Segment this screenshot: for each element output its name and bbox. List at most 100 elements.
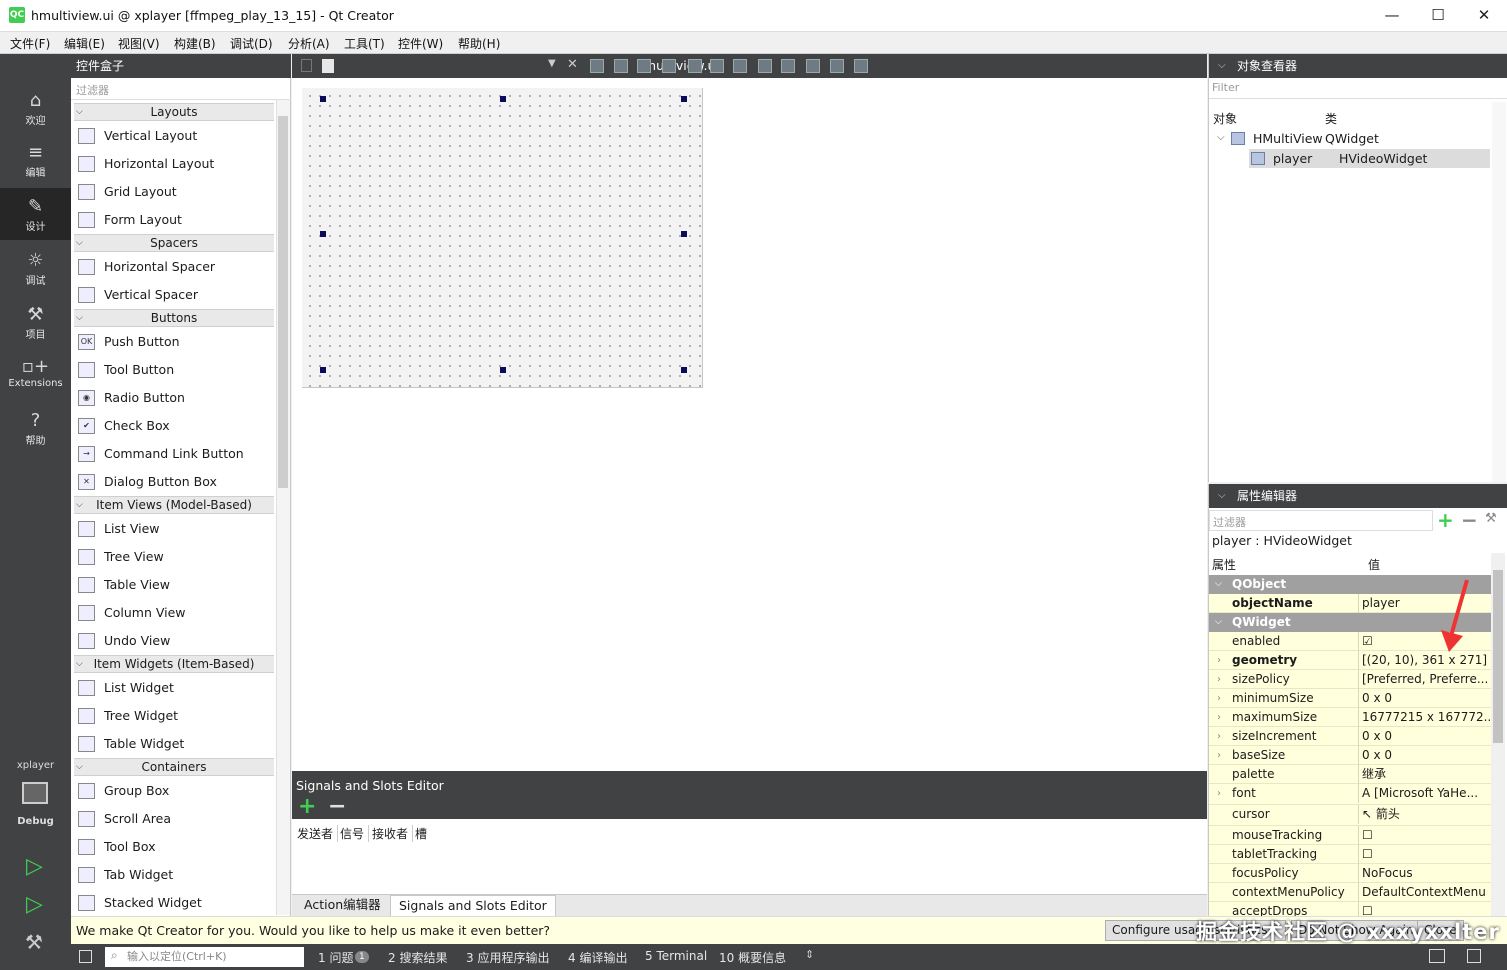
mode-wrench[interactable]: ⚒ 项目 [0,296,71,348]
widget-tree-view[interactable]: Tree View [74,543,274,571]
category-layouts[interactable]: ⌵ Layouts [74,103,274,121]
mode-edit-lines[interactable]: ≡ 编辑 [0,134,71,186]
property-row-font[interactable]: › font A [Microsoft YaHe... [1209,784,1492,805]
layout-action-3-icon[interactable] [662,59,676,73]
widget-list-view[interactable]: List View [74,515,274,543]
menu-1[interactable]: 编辑(E) [64,35,105,52]
layout-action-5-icon[interactable] [710,59,724,73]
debug-run-icon[interactable]: ▷ [26,892,43,917]
property-scroll-thumb[interactable] [1493,570,1503,743]
property-value[interactable]: ☐ [1362,845,1492,864]
property-row-baseSize[interactable]: › baseSize 0 x 0 [1209,746,1492,765]
property-filter-input[interactable]: 过滤器 [1209,510,1433,531]
tab-signals-slots-editor[interactable]: Signals and Slots Editor [390,895,556,917]
menu-4[interactable]: 调试(D) [230,35,273,52]
widget-tool-box[interactable]: Tool Box [74,833,274,861]
expand-chevron-icon[interactable]: › [1217,651,1221,670]
column-signal[interactable]: 信号 [337,825,370,842]
panel-resize-arrows-icon[interactable]: ⇕ [805,948,814,961]
property-row-contextMenuPolicy[interactable]: contextMenuPolicy DefaultContextMenu [1209,883,1492,902]
layout-action-6-icon[interactable] [733,59,747,73]
selection-handle[interactable] [500,367,506,373]
output-tab-0[interactable]: 1 问题 [318,949,353,966]
collapse-chevron-icon[interactable]: ⌵ [1215,613,1222,632]
tree-object-hmultiview[interactable]: HMultiView [1253,131,1323,146]
menu-2[interactable]: 视图(V) [118,35,160,52]
widget-form-layout[interactable]: Form Layout [74,206,274,234]
selection-handle[interactable] [320,96,326,102]
property-value[interactable]: 0 x 0 [1362,689,1492,708]
property-row-minimumSize[interactable]: › minimumSize 0 x 0 [1209,689,1492,708]
layout-action-7-icon[interactable] [758,59,772,73]
form-widget-hmultiview[interactable] [302,88,703,388]
property-value[interactable]: ☐ [1362,826,1492,845]
tree-object-player[interactable]: player [1273,151,1312,166]
column-property[interactable]: 属性 [1212,556,1236,573]
column-class[interactable]: 类 [1325,110,1337,127]
collapse-chevron-icon[interactable]: ⌵ [76,235,83,251]
property-value[interactable]: 0 x 0 [1362,746,1492,765]
expand-chevron-icon[interactable]: › [1217,727,1221,746]
widget-dialog-button-box[interactable]: ✕ Dialog Button Box [74,468,274,496]
property-value[interactable]: ☐ [1362,902,1492,916]
column-sender[interactable]: 发送者 [294,825,339,842]
kit-monitor-icon[interactable] [22,782,48,804]
property-value[interactable]: DefaultContextMenu [1362,883,1492,902]
configure-wrench-icon[interactable]: ⚒ [1485,511,1497,526]
layout-action-1-icon[interactable] [614,59,628,73]
tree-expand-chevron-icon[interactable]: ⌵ [1217,132,1225,143]
layout-action-11-icon[interactable] [854,59,868,73]
output-tab-5[interactable]: 10 概要信息 [719,949,786,966]
category-item-views-model-based-[interactable]: ⌵ Item Views (Model-Based) [74,496,274,514]
mode-bug[interactable]: ☼ 调试 [0,242,71,294]
property-row-maximumSize[interactable]: › maximumSize 16777215 x 167772... [1209,708,1492,727]
selection-handle[interactable] [500,96,506,102]
file-dropdown-chevron-icon[interactable]: ▼ [548,58,556,69]
expand-chevron-icon[interactable]: › [1217,670,1221,689]
remove-dynamic-property-icon[interactable]: − [1461,508,1478,532]
add-connection-button[interactable]: + [298,796,316,818]
category-containers[interactable]: ⌵ Containers [74,758,274,776]
collapse-chevron-icon[interactable]: ⌵ [1218,54,1226,78]
widget-box-scroll-thumb[interactable] [278,116,288,488]
widget-command-link-button[interactable]: → Command Link Button [74,440,274,468]
run-icon[interactable]: ▷ [26,854,43,879]
right-sidebar-toggle-icon[interactable] [1467,949,1481,963]
expand-chevron-icon[interactable]: › [1217,708,1221,727]
output-pane-toggle-icon[interactable] [1429,949,1445,963]
widget-horizontal-layout[interactable]: Horizontal Layout [74,150,274,178]
column-slot[interactable]: 槽 [412,825,431,842]
remove-connection-button[interactable]: − [328,796,346,818]
widget-scroll-area[interactable]: Scroll Area [74,805,274,833]
widget-horizontal-spacer[interactable]: Horizontal Spacer [74,253,274,281]
collapse-chevron-icon[interactable]: ⌵ [76,759,83,775]
property-row-focusPolicy[interactable]: focusPolicy NoFocus [1209,864,1492,883]
collapse-chevron-icon[interactable]: ⌵ [76,104,83,120]
mode-home[interactable]: ⌂ 欢迎 [0,82,71,134]
menu-6[interactable]: 工具(T) [344,35,385,52]
property-value[interactable]: 0 x 0 [1362,727,1492,746]
expand-chevron-icon[interactable]: › [1217,784,1221,803]
locator-input[interactable]: 输入以定位(Ctrl+K) [105,947,304,967]
property-value[interactable]: 继承 [1362,765,1492,784]
close-window-button[interactable]: ✕ [1461,0,1507,32]
property-row-acceptDrops[interactable]: acceptDrops ☐ [1209,902,1492,916]
property-row-palette[interactable]: palette 继承 [1209,765,1492,784]
menu-3[interactable]: 构建(B) [174,35,216,52]
selection-handle[interactable] [681,367,687,373]
collapse-chevron-icon[interactable]: ⌵ [76,497,83,513]
widget-table-widget[interactable]: Table Widget [74,730,274,758]
mode-help[interactable]: ? 帮助 [0,402,71,454]
layout-action-0-icon[interactable] [590,59,604,73]
widget-vertical-layout[interactable]: Vertical Layout [74,122,274,150]
column-receiver[interactable]: 接收者 [369,825,414,842]
close-document-button[interactable]: ✕ [567,57,578,72]
output-tab-1[interactable]: 2 搜索结果 [388,949,447,966]
property-value[interactable]: ↖ 箭头 [1362,805,1492,824]
mode-extensions[interactable]: ▫+ Extensions [0,348,71,400]
property-value[interactable]: 16777215 x 167772... [1362,708,1492,727]
widget-tab-widget[interactable]: Tab Widget [74,861,274,889]
tab-action-editor[interactable]: Action编辑器 [296,895,389,917]
object-inspector-scrollbar[interactable] [1492,102,1506,482]
object-filter-input[interactable]: Filter [1209,78,1507,99]
